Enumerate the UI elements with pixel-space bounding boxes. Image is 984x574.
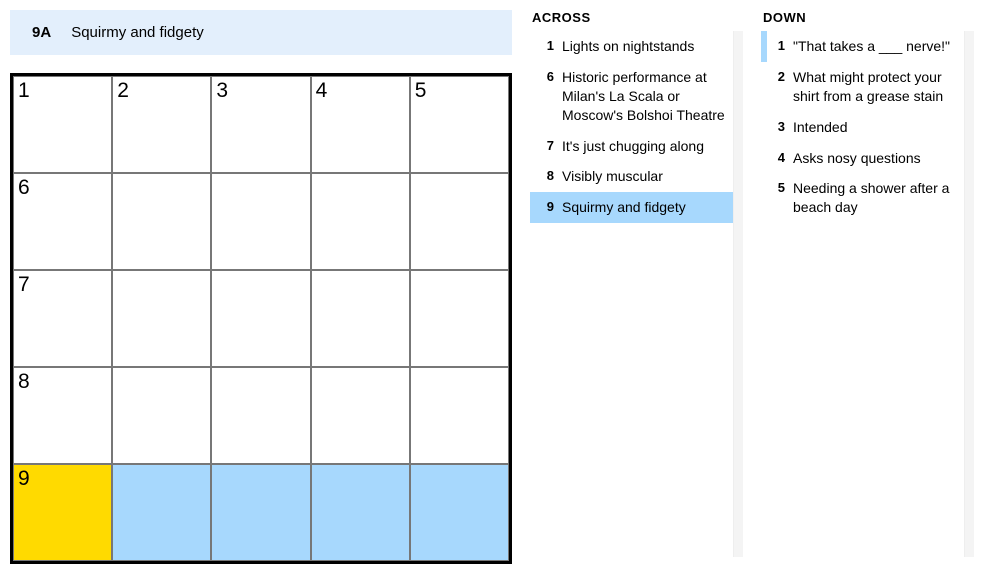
clue-number: 4 xyxy=(771,149,793,168)
grid-cell[interactable] xyxy=(311,173,410,270)
grid-cell[interactable] xyxy=(211,464,310,561)
grid-cell[interactable] xyxy=(311,464,410,561)
board-row: 9 xyxy=(13,464,509,561)
grid-cell[interactable] xyxy=(211,367,310,464)
cell-number: 3 xyxy=(216,79,228,103)
grid-cell[interactable]: 1 xyxy=(13,76,112,173)
grid-cell[interactable] xyxy=(410,270,509,367)
current-clue-number: 9A xyxy=(32,24,51,41)
cell-number: 6 xyxy=(18,176,30,200)
board-row: 8 xyxy=(13,367,509,464)
clue-text: Historic performance at Milan's La Scala… xyxy=(562,68,735,125)
grid-cell[interactable]: 2 xyxy=(112,76,211,173)
crossword-container: 9A Squirmy and fidgety 123456789 ACROSS … xyxy=(10,10,974,564)
down-clue-item[interactable]: 2What might protect your shirt from a gr… xyxy=(761,62,974,112)
grid-cell[interactable]: 4 xyxy=(311,76,410,173)
clue-number: 9 xyxy=(540,198,562,217)
cell-number: 7 xyxy=(18,273,30,297)
clue-text: Lights on nightstands xyxy=(562,37,735,56)
across-clue-list[interactable]: 1Lights on nightstands6Historic performa… xyxy=(530,31,743,557)
cell-number: 5 xyxy=(415,79,427,103)
cell-number: 1 xyxy=(18,79,30,103)
across-list-wrapper: 1Lights on nightstands6Historic performa… xyxy=(530,31,743,557)
clue-text: "That takes a ___ nerve!" xyxy=(793,37,966,56)
clue-number: 1 xyxy=(771,37,793,56)
down-clue-list[interactable]: 1"That takes a ___ nerve!"2What might pr… xyxy=(761,31,974,557)
clue-text: It's just chugging along xyxy=(562,137,735,156)
current-clue-bar[interactable]: 9A Squirmy and fidgety xyxy=(10,10,512,55)
grid-cell[interactable] xyxy=(112,367,211,464)
clue-text: Visibly muscular xyxy=(562,167,735,186)
grid-cell[interactable]: 5 xyxy=(410,76,509,173)
clue-text: What might protect your shirt from a gre… xyxy=(793,68,966,106)
across-clue-item[interactable]: 8Visibly muscular xyxy=(530,161,743,192)
clue-number: 2 xyxy=(771,68,793,106)
down-clue-item[interactable]: 3Intended xyxy=(761,112,974,143)
clue-number: 8 xyxy=(540,167,562,186)
grid-cell[interactable] xyxy=(211,173,310,270)
grid-cell[interactable]: 7 xyxy=(13,270,112,367)
grid-cell[interactable] xyxy=(112,464,211,561)
grid-cell[interactable] xyxy=(112,270,211,367)
across-clue-item[interactable]: 6Historic performance at Milan's La Scal… xyxy=(530,62,743,131)
down-list-wrapper: 1"That takes a ___ nerve!"2What might pr… xyxy=(761,31,974,557)
grid-cell[interactable] xyxy=(311,270,410,367)
grid-cell[interactable]: 9 xyxy=(13,464,112,561)
clue-number: 6 xyxy=(540,68,562,125)
left-panel: 9A Squirmy and fidgety 1 2 3 4 5 6 7 8 9 xyxy=(10,10,512,564)
cell-number: 2 xyxy=(117,79,129,103)
cell-number: 4 xyxy=(316,79,328,103)
clue-text: Squirmy and fidgety xyxy=(562,198,735,217)
grid-cell[interactable] xyxy=(410,464,509,561)
clue-number: 5 xyxy=(771,179,793,217)
across-clue-item[interactable]: 7It's just chugging along xyxy=(530,131,743,162)
down-clue-item[interactable]: 4Asks nosy questions xyxy=(761,143,974,174)
down-heading: DOWN xyxy=(761,10,974,25)
board-row: 1 2 3 4 5 xyxy=(13,76,509,173)
grid-cell[interactable] xyxy=(112,173,211,270)
cell-number: 8 xyxy=(18,370,30,394)
current-clue-text: Squirmy and fidgety xyxy=(71,24,204,41)
across-clue-item[interactable]: 9Squirmy and fidgety xyxy=(530,192,743,223)
down-section: DOWN 1"That takes a ___ nerve!"2What mig… xyxy=(761,10,974,557)
board-row: 6 xyxy=(13,173,509,270)
grid-cell[interactable]: 6 xyxy=(13,173,112,270)
clue-text: Needing a shower after a beach day xyxy=(793,179,966,217)
cell-number: 9 xyxy=(18,467,30,491)
grid-cell[interactable] xyxy=(211,270,310,367)
clue-number: 7 xyxy=(540,137,562,156)
clue-text: Intended xyxy=(793,118,966,137)
down-clue-item[interactable]: 5Needing a shower after a beach day xyxy=(761,173,974,223)
board-row: 7 xyxy=(13,270,509,367)
across-heading: ACROSS xyxy=(530,10,743,25)
across-section: ACROSS 1Lights on nightstands6Historic p… xyxy=(530,10,743,557)
clue-number: 1 xyxy=(540,37,562,56)
clue-number: 3 xyxy=(771,118,793,137)
grid-cell[interactable]: 3 xyxy=(211,76,310,173)
grid-cell[interactable] xyxy=(410,173,509,270)
across-clue-item[interactable]: 1Lights on nightstands xyxy=(530,31,743,62)
grid-cell[interactable]: 8 xyxy=(13,367,112,464)
clue-text: Asks nosy questions xyxy=(793,149,966,168)
grid-cell[interactable] xyxy=(311,367,410,464)
grid-cell[interactable] xyxy=(410,367,509,464)
crossword-board: 1 2 3 4 5 6 7 8 9 xyxy=(10,73,512,564)
down-clue-item[interactable]: 1"That takes a ___ nerve!" xyxy=(761,31,974,62)
